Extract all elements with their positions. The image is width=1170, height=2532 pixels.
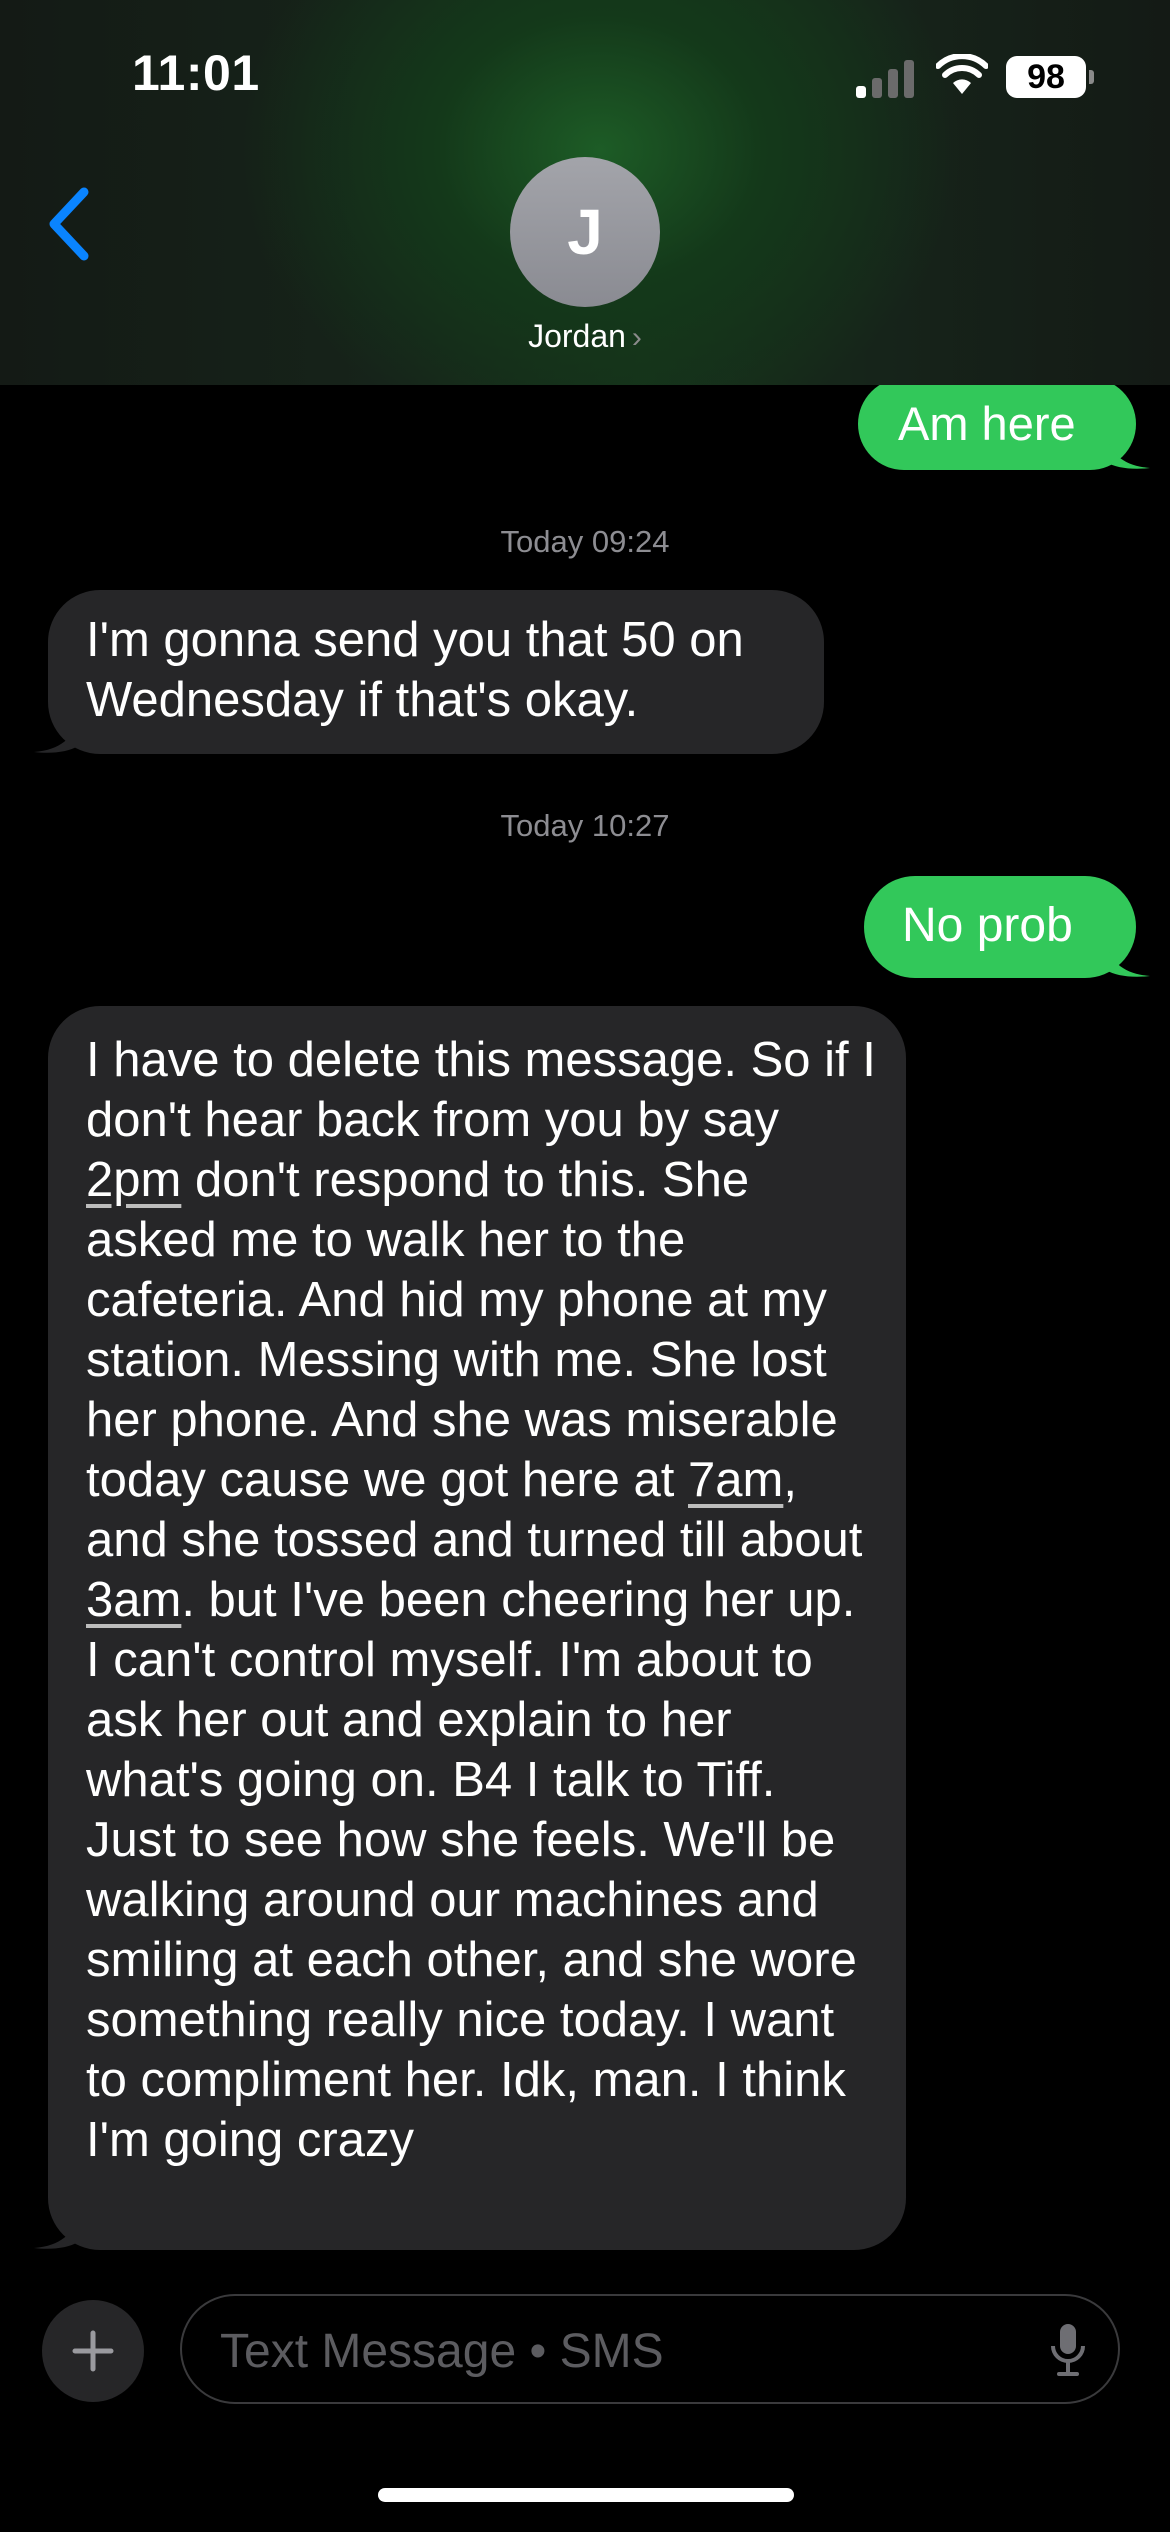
battery-cap bbox=[1089, 70, 1094, 84]
message-input[interactable]: Text Message • SMS bbox=[180, 2294, 1120, 2404]
chevron-right-icon: › bbox=[631, 321, 642, 354]
bubble-tail bbox=[1106, 434, 1150, 469]
add-attachment-button[interactable] bbox=[42, 2300, 144, 2402]
battery-icon: 98 bbox=[1006, 56, 1086, 98]
contact-name-link[interactable]: Jordan › bbox=[0, 318, 1170, 355]
timestamp: Today 10:27 bbox=[500, 808, 670, 843]
message-text: Am here bbox=[898, 397, 1076, 450]
bubble-tail bbox=[1106, 942, 1150, 977]
cellular-signal-icon bbox=[856, 58, 916, 98]
bubble-tail bbox=[34, 718, 78, 753]
microphone-icon[interactable] bbox=[1048, 2322, 1088, 2378]
incoming-message-bubble[interactable]: I have to delete this message. So if I d… bbox=[34, 1006, 906, 2250]
input-placeholder: Text Message • SMS bbox=[220, 2325, 664, 2378]
message-text: I'm gonna send you that 50 on Wednesday … bbox=[86, 613, 744, 727]
avatar-initial: J bbox=[567, 196, 603, 268]
detected-time-link[interactable]: 7am bbox=[688, 1453, 783, 1507]
timestamp: Today 09:24 bbox=[500, 524, 670, 559]
detected-time-link[interactable]: 2pm bbox=[86, 1153, 181, 1207]
conversation-header: 11:01 98 J Jordan › bbox=[0, 0, 1170, 385]
chevron-left-icon[interactable] bbox=[44, 186, 94, 262]
bubble-tail bbox=[34, 2214, 78, 2249]
contact-name: Jordan bbox=[528, 318, 626, 354]
status-time: 11:01 bbox=[132, 45, 260, 101]
detected-time-link[interactable]: 3am bbox=[86, 1573, 181, 1627]
outgoing-message-bubble[interactable]: Am here bbox=[858, 378, 1150, 470]
plus-icon bbox=[72, 2330, 114, 2372]
message-text: No prob bbox=[902, 899, 1073, 952]
outgoing-message-bubble[interactable]: No prob bbox=[864, 876, 1150, 978]
wifi-icon bbox=[936, 54, 988, 94]
incoming-message-bubble[interactable]: I'm gonna send you that 50 on Wednesday … bbox=[34, 590, 824, 754]
home-indicator[interactable] bbox=[378, 2488, 794, 2502]
message-text: I have to delete this message. So if I d… bbox=[86, 1033, 876, 2167]
contact-avatar[interactable]: J bbox=[510, 157, 660, 307]
